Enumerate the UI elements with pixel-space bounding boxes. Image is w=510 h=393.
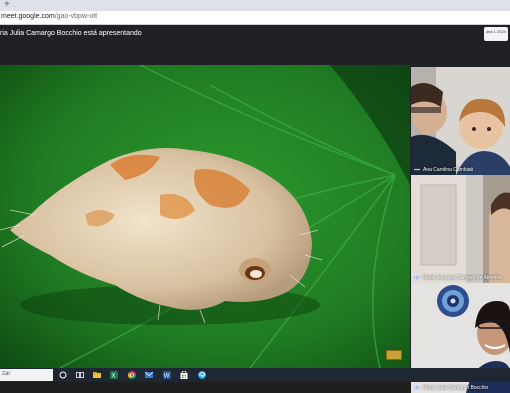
- word-icon[interactable]: W: [163, 371, 171, 379]
- store-icon[interactable]: [180, 371, 188, 379]
- participant-video: [411, 175, 510, 283]
- excel-icon[interactable]: X: [110, 371, 118, 379]
- participant-tile[interactable]: Ana Carolina Cambiati: [411, 67, 510, 175]
- windows-start-icon[interactable]: [59, 371, 67, 379]
- participant-name-label: Maria Julia Camargo Bocchio: [423, 385, 489, 391]
- file-explorer-icon[interactable]: [93, 371, 101, 379]
- participant-video: [411, 67, 510, 175]
- participant-tile[interactable]: Maria Joseane Zamperi de Almeida: [411, 175, 510, 283]
- participant-name: Ana Carolina Cambiati: [414, 167, 473, 173]
- presenting-label: ria Julia Camargo Bocchio está apresenta…: [0, 30, 142, 37]
- mic-active-icon: [414, 275, 420, 280]
- participant-name: Maria Joseane Zamperi de Almeida: [414, 275, 502, 281]
- participant-name-label: Ana Carolina Cambiati: [423, 167, 474, 173]
- mail-icon[interactable]: [145, 371, 153, 379]
- participant-name: Maria Julia Camargo Bocchio: [414, 385, 488, 391]
- task-view-icon[interactable]: [76, 371, 84, 379]
- clock-badge: dez 1 2024: [484, 27, 508, 41]
- taskbar-search[interactable]: zar: [0, 369, 53, 381]
- mic-active-icon: [414, 385, 420, 390]
- watermark-logo: [386, 350, 402, 360]
- edge-icon[interactable]: [198, 371, 206, 379]
- participant-name-label: Maria Joseane Zamperi de Almeida: [423, 275, 502, 281]
- shared-screen: [0, 65, 410, 368]
- tab-strip: +: [0, 0, 510, 11]
- address-bar[interactable]: meet.google.com/gao-vbpw-ott: [0, 11, 510, 25]
- url-path: /gao-vbpw-ott: [54, 13, 98, 20]
- more-options-icon[interactable]: [414, 167, 420, 172]
- new-tab-button[interactable]: +: [4, 0, 10, 10]
- meet-window: ria Julia Camargo Bocchio está apresenta…: [0, 25, 510, 393]
- url-host: meet.google.com: [1, 13, 55, 20]
- chrome-icon[interactable]: [128, 371, 136, 379]
- address-url[interactable]: meet.google.com/gao-vbpw-ott: [1, 13, 97, 20]
- svg-text:X: X: [112, 374, 116, 380]
- taskbar: zar X W: [0, 368, 510, 382]
- svg-text:W: W: [164, 374, 170, 380]
- taskbar-search-placeholder: zar: [2, 371, 11, 377]
- caterpillar-photo: [0, 65, 410, 368]
